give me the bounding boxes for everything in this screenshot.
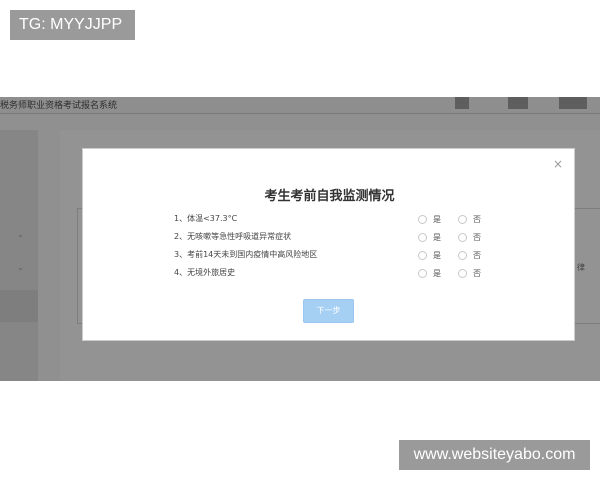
option-yes-label: 是 xyxy=(433,269,441,278)
question-row: 3、考前14天未到国内疫情中高风险地区 是 否 xyxy=(174,249,494,263)
option-yes-label: 是 xyxy=(433,251,441,260)
chevron-down-icon[interactable]: ⌄ xyxy=(17,230,24,239)
sidebar-item-selected[interactable] xyxy=(0,290,38,322)
option-no-label: 否 xyxy=(473,215,481,224)
option-no-label: 否 xyxy=(473,233,481,242)
question-text: 4、无境外旅居史 xyxy=(174,268,236,277)
header-link-3[interactable] xyxy=(559,97,587,109)
partial-text: 律 xyxy=(577,263,585,272)
radio-icon[interactable] xyxy=(458,251,467,260)
watermark-top: TG: MYYJJPP xyxy=(10,10,135,40)
radio-icon[interactable] xyxy=(418,251,427,260)
radio-icon[interactable] xyxy=(458,269,467,278)
question-text: 3、考前14天未到国内疫情中高风险地区 xyxy=(174,250,318,259)
option-no-label: 否 xyxy=(473,251,481,260)
radio-icon[interactable] xyxy=(458,215,467,224)
chevron-down-icon[interactable]: ⌄ xyxy=(17,263,24,272)
page: TG: MYYJJPP 税务师职业资格考试报名系统 ⌄ ⌄ 律 × 考生考前自我… xyxy=(0,0,600,480)
sidebar: ⌄ ⌄ xyxy=(0,130,38,381)
radio-icon[interactable] xyxy=(418,233,427,242)
question-row: 4、无境外旅居史 是 否 xyxy=(174,267,494,281)
self-monitoring-modal: × 考生考前自我监测情况 1、体温<37.3°C 是 否 2、无咳嗽等急性呼吸道… xyxy=(82,148,575,341)
modal-title: 考生考前自我监测情况 xyxy=(264,189,395,204)
next-step-button[interactable]: 下一步 xyxy=(303,299,354,323)
watermark-bottom: www.websiteyabo.com xyxy=(399,440,590,470)
option-yes-label: 是 xyxy=(433,215,441,224)
question-row: 2、无咳嗽等急性呼吸道异常症状 是 否 xyxy=(174,231,494,245)
question-text: 2、无咳嗽等急性呼吸道异常症状 xyxy=(174,232,292,241)
header-link-2[interactable] xyxy=(508,97,528,109)
option-yes-label: 是 xyxy=(433,233,441,242)
radio-icon[interactable] xyxy=(458,233,467,242)
system-title: 税务师职业资格考试报名系统 xyxy=(0,101,118,111)
close-icon[interactable]: × xyxy=(553,158,563,170)
header-link-1[interactable] xyxy=(455,97,469,109)
option-no-label: 否 xyxy=(473,269,481,278)
radio-icon[interactable] xyxy=(418,269,427,278)
app-header: 税务师职业资格考试报名系统 xyxy=(0,97,600,113)
header-divider xyxy=(0,113,600,114)
radio-icon[interactable] xyxy=(418,215,427,224)
question-row: 1、体温<37.3°C 是 否 xyxy=(174,213,494,227)
question-text: 1、体温<37.3°C xyxy=(174,214,238,223)
